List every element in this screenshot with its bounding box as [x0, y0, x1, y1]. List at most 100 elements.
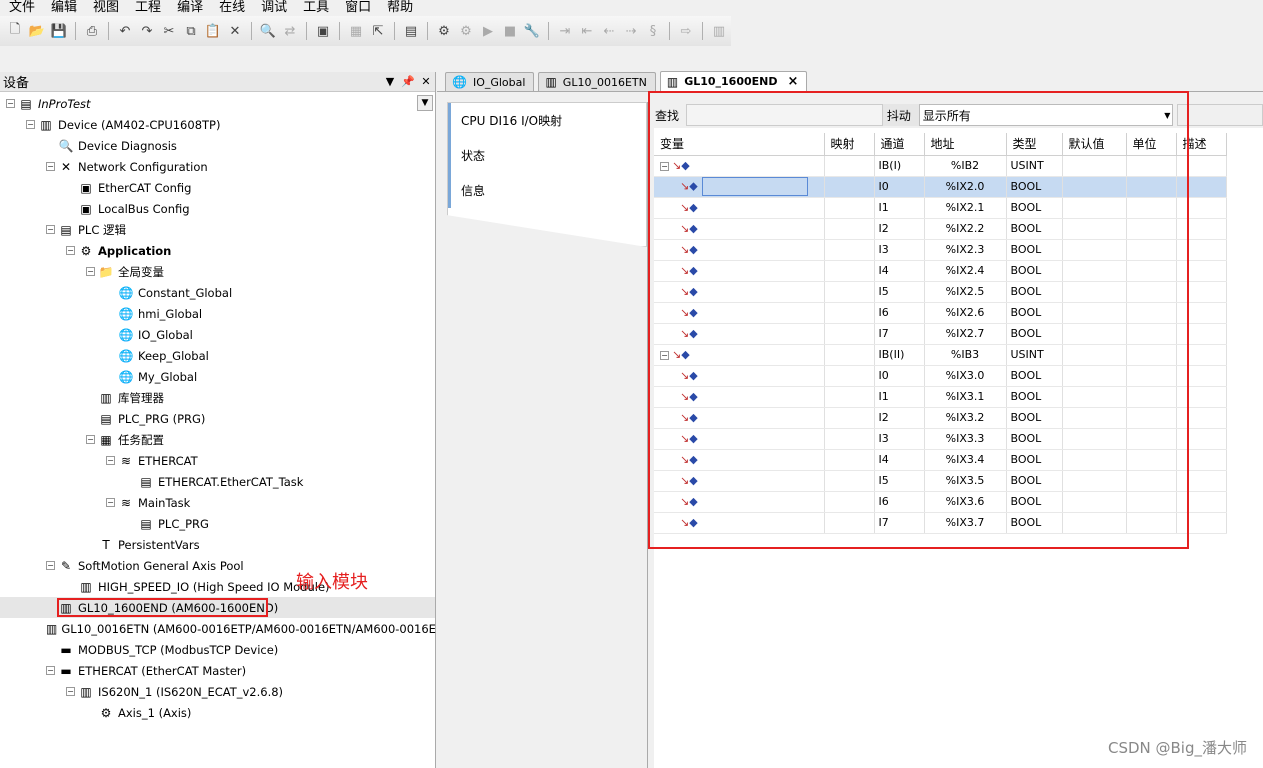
login-icon[interactable]: ⚙ [435, 22, 453, 40]
tree-item[interactable]: ⚙ Axis_1 (Axis) [0, 702, 435, 723]
window-icon[interactable]: ▣ [314, 22, 332, 40]
collapse-toggle-icon[interactable]: − [66, 687, 75, 696]
column-header[interactable]: 默认值 [1062, 133, 1127, 156]
table-row[interactable]: ↘◆ I6 %IX2.6 BOOL [654, 302, 1227, 324]
tree-item[interactable]: − ⚙ Application [0, 240, 435, 261]
stop-icon[interactable]: ■ [501, 22, 519, 40]
variable-cell[interactable]: ↘◆ [654, 449, 825, 471]
variable-cell[interactable]: ↘◆ [654, 407, 825, 429]
variable-cell[interactable]: ↘◆ [654, 323, 825, 345]
collapse-toggle-icon[interactable]: − [46, 162, 55, 171]
menu-item[interactable]: 在线 [209, 1, 251, 15]
logout-icon[interactable]: ⚙ [457, 22, 475, 40]
table-row[interactable]: − ↘◆ IB(I) %IB2 USINT [654, 155, 1227, 177]
table-row[interactable]: ↘◆ I7 %IX3.7 BOOL [654, 512, 1227, 534]
table-row[interactable]: ↘◆ I0 %IX2.0 BOOL [654, 176, 1227, 198]
tree-item[interactable]: − ▬ ETHERCAT (EtherCAT Master) [0, 660, 435, 681]
cursor-icon[interactable]: ⇢ [622, 22, 640, 40]
build-icon[interactable]: ▤ [402, 22, 420, 40]
tree-item[interactable]: − ✎ SoftMotion General Axis Pool [0, 555, 435, 576]
tree-item[interactable]: − ≋ ETHERCAT [0, 450, 435, 471]
tree-item[interactable]: ▬ MODBUS_TCP (ModbusTCP Device) [0, 639, 435, 660]
side-tab[interactable]: 信息 [448, 173, 646, 208]
tree-item[interactable]: ▤ PLC_PRG (PRG) [0, 408, 435, 429]
tree-item[interactable]: − ▥ Device (AM402-CPU1608TP) [0, 114, 435, 135]
find-input[interactable] [685, 104, 883, 126]
tree-item[interactable]: ▣ LocalBus Config [0, 198, 435, 219]
collapse-toggle-icon[interactable]: − [106, 498, 115, 507]
step-over-icon[interactable]: ⇥ [556, 22, 574, 40]
table-row[interactable]: ↘◆ I4 %IX3.4 BOOL [654, 449, 1227, 471]
save-icon[interactable]: 💾 [50, 22, 68, 40]
variable-cell[interactable]: ↘◆ [654, 176, 825, 198]
column-header[interactable]: 地址 [924, 133, 1007, 156]
panel-dropdown-icon[interactable]: ▼ [381, 75, 399, 88]
collapse-toggle-icon[interactable]: − [46, 666, 55, 675]
redo-icon[interactable]: ↷ [138, 22, 156, 40]
collapse-toggle-icon[interactable]: − [106, 456, 115, 465]
table-row[interactable]: ↘◆ I1 %IX3.1 BOOL [654, 386, 1227, 408]
add-object-icon[interactable]: ▦ [347, 22, 365, 40]
paste-icon[interactable]: 📋 [204, 22, 222, 40]
tree-item[interactable]: − 📁 全局变量 [0, 261, 435, 282]
editor-tab[interactable]: 🌐 IO_Global [445, 72, 535, 91]
screen-icon[interactable]: ▥ [710, 22, 728, 40]
collapse-toggle-icon[interactable]: − [86, 267, 95, 276]
table-row[interactable]: ↘◆ I3 %IX2.3 BOOL [654, 239, 1227, 261]
tools-icon[interactable]: 🔧 [523, 22, 541, 40]
variable-cell[interactable]: ↘◆ [654, 365, 825, 387]
tree-item[interactable]: ▣ EtherCAT Config [0, 177, 435, 198]
menu-item[interactable]: 窗口 [335, 1, 377, 15]
tree-item[interactable]: 🌐 hmi_Global [0, 303, 435, 324]
variable-cell[interactable]: − ↘◆ [654, 155, 825, 177]
tree-item[interactable]: 🔍 Device Diagnosis [0, 135, 435, 156]
editor-tab[interactable]: ▥ GL10_1600END × [659, 71, 808, 91]
editor-tab[interactable]: ▥ GL10_0016ETN [538, 72, 656, 91]
side-tab[interactable]: 状态 [448, 138, 646, 173]
table-row[interactable]: ↘◆ I7 %IX2.7 BOOL [654, 323, 1227, 345]
column-header[interactable]: 通道 [874, 133, 925, 156]
close-tab-icon[interactable]: × [788, 74, 799, 89]
export-icon[interactable]: ⇱ [369, 22, 387, 40]
tree-item[interactable]: ▤ ETHERCAT.EtherCAT_Task [0, 471, 435, 492]
open-folder-icon[interactable]: 📂 [28, 22, 46, 40]
table-row[interactable]: ↘◆ I4 %IX2.4 BOOL [654, 260, 1227, 282]
find-icon[interactable]: 🔍 [259, 22, 277, 40]
tree-item[interactable]: − ✕ Network Configuration [0, 156, 435, 177]
collapse-toggle-icon[interactable]: − [6, 99, 15, 108]
variable-cell[interactable]: ↘◆ [654, 428, 825, 450]
column-header[interactable]: 变量 [654, 133, 825, 156]
new-file-icon[interactable]: 🗋 [6, 22, 24, 40]
undo-icon[interactable]: ↶ [116, 22, 134, 40]
tree-item[interactable]: − ≋ MainTask [0, 492, 435, 513]
menu-item[interactable]: 视图 [83, 1, 125, 15]
pin-icon[interactable]: 📌 [399, 75, 417, 88]
column-header[interactable]: 映射 [824, 133, 875, 156]
column-header[interactable]: 描述 [1176, 133, 1227, 156]
variable-cell[interactable]: ↘◆ [654, 197, 825, 219]
tree-item[interactable]: 🌐 My_Global [0, 366, 435, 387]
variable-cell[interactable]: ↘◆ [654, 218, 825, 240]
copy-icon[interactable]: ⧉ [182, 22, 200, 40]
side-tab[interactable]: CPU DI16 I/O映射 [448, 103, 646, 138]
column-header[interactable]: 单位 [1126, 133, 1177, 156]
step-into-icon[interactable]: ⇤ [578, 22, 596, 40]
variable-cell[interactable]: ↘◆ [654, 491, 825, 513]
collapse-toggle-icon[interactable]: − [660, 162, 669, 171]
cut-icon[interactable]: ✂ [160, 22, 178, 40]
run-icon[interactable]: ▶ [479, 22, 497, 40]
variable-cell[interactable]: ↘◆ [654, 260, 825, 282]
table-row[interactable]: ↘◆ I5 %IX2.5 BOOL [654, 281, 1227, 303]
variable-cell[interactable]: ↘◆ [654, 470, 825, 492]
menu-item[interactable]: 帮助 [377, 1, 419, 15]
table-row[interactable]: ↘◆ I3 %IX3.3 BOOL [654, 428, 1227, 450]
collapse-toggle-icon[interactable]: − [46, 561, 55, 570]
breakpoint-icon[interactable]: § [644, 22, 662, 40]
tree-item[interactable]: − ▦ 任务配置 [0, 429, 435, 450]
table-row[interactable]: − ↘◆ IB(II) %IB3 USINT [654, 344, 1227, 366]
table-row[interactable]: ↘◆ I2 %IX3.2 BOOL [654, 407, 1227, 429]
filter-extra-field[interactable] [1177, 104, 1263, 126]
tree-item[interactable]: T PersistentVars [0, 534, 435, 555]
menu-item[interactable]: 工程 [125, 1, 167, 15]
table-row[interactable]: ↘◆ I2 %IX2.2 BOOL [654, 218, 1227, 240]
